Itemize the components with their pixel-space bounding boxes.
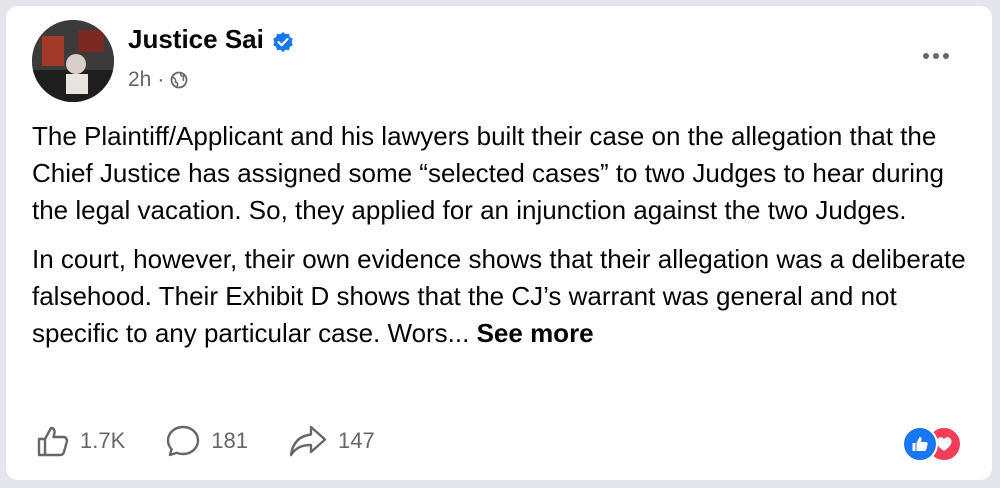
- like-count: 1.7K: [80, 428, 126, 453]
- reaction-summary[interactable]: [902, 426, 962, 462]
- author-row: Justice Sai: [128, 24, 294, 55]
- share-icon: [288, 424, 328, 458]
- verified-badge-icon: [272, 29, 294, 52]
- share-count: 147: [337, 428, 375, 453]
- like-reaction-icon: [902, 426, 938, 462]
- thumbs-up-icon: [36, 424, 70, 458]
- more-dot: [933, 53, 939, 59]
- globe-icon: [170, 71, 188, 89]
- like-button[interactable]: 1.7K: [36, 424, 125, 458]
- post-body: The Plaintiff/Applicant and his lawyers …: [32, 118, 972, 364]
- meta-separator: ·: [157, 68, 165, 91]
- post-paragraph-2: In court, however, their own evidence sh…: [32, 241, 972, 352]
- post-card: Justice Sai 2h · The Plaintiff/Applicant…: [6, 6, 992, 480]
- more-options-icon[interactable]: [916, 44, 956, 68]
- post-meta: 2h ·: [128, 68, 188, 92]
- comment-button[interactable]: 181: [165, 424, 248, 458]
- avatar[interactable]: [32, 20, 114, 102]
- more-dot: [923, 53, 929, 59]
- author-name[interactable]: Justice Sai: [128, 24, 264, 55]
- comment-count: 181: [211, 428, 248, 453]
- comment-icon: [165, 424, 201, 458]
- more-dot: [943, 53, 949, 59]
- see-more-link[interactable]: See more: [477, 318, 594, 348]
- share-button[interactable]: 147: [288, 424, 375, 458]
- post-paragraph-1: The Plaintiff/Applicant and his lawyers …: [32, 121, 944, 225]
- post-time[interactable]: 2h: [128, 68, 151, 92]
- action-bar: 1.7K 181 147: [36, 424, 415, 458]
